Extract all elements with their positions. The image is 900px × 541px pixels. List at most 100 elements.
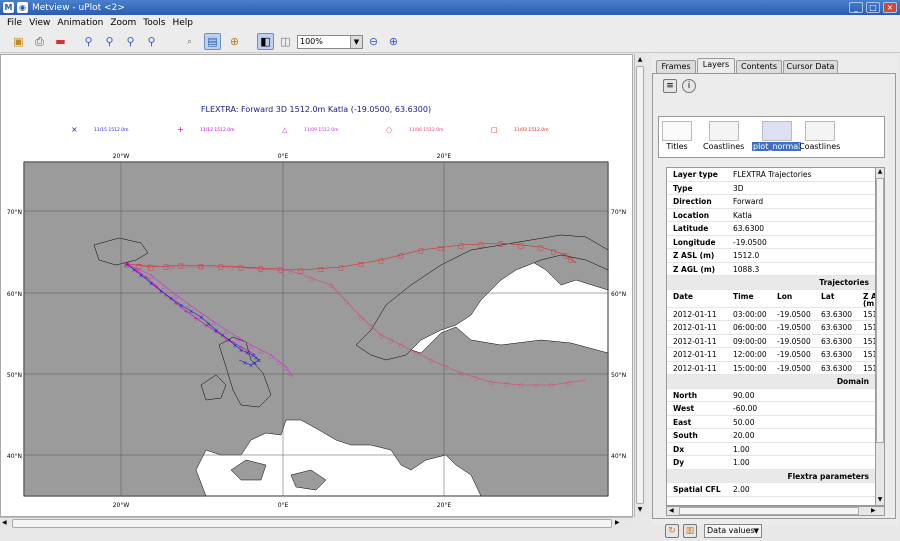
- zoom-reset-icon[interactable]: ⚲: [122, 33, 139, 50]
- chevron-down-icon: ▼: [753, 527, 759, 535]
- trajectory-marker: ×: [238, 348, 243, 355]
- refresh-icon[interactable]: ↻: [665, 524, 679, 538]
- traj-cell: 63.6300: [821, 336, 853, 346]
- detach-icon[interactable]: ◫: [277, 33, 294, 50]
- trajectory-marker: △: [174, 293, 179, 300]
- plot-vertical-scrollbar[interactable]: ▲ ▼: [634, 54, 645, 517]
- trajectory-marker: □: [438, 245, 444, 252]
- export-icon[interactable]: ▬: [52, 33, 69, 50]
- scroll-right-icon[interactable]: ▶: [615, 519, 623, 528]
- trajectory-marker: ○: [288, 269, 293, 276]
- trajectory-marker: □: [298, 268, 304, 275]
- layer-stack-icon[interactable]: ≡: [663, 79, 677, 93]
- histogram-icon[interactable]: ▥: [683, 524, 697, 538]
- data-values-label: Data values: [707, 526, 755, 535]
- scroll-down-icon[interactable]: ▼: [876, 496, 884, 504]
- trajectory-marker: ○: [548, 383, 553, 390]
- lon-label-top: 20°E: [437, 153, 452, 160]
- minimize-button[interactable]: _: [849, 2, 863, 13]
- print-icon[interactable]: ⎙: [31, 33, 48, 50]
- zoom-menu-icon[interactable]: ⚲: [143, 33, 160, 50]
- zoom-increase-icon[interactable]: ⊕: [385, 33, 402, 50]
- maximize-button[interactable]: □: [866, 2, 880, 13]
- save-icon[interactable]: ▣: [10, 33, 27, 50]
- info-value: Forward: [733, 197, 764, 206]
- trajectory-marker: □: [338, 265, 344, 272]
- trajectory-marker: ×: [244, 350, 249, 357]
- domain-key: North: [673, 390, 698, 400]
- menu-tools[interactable]: Tools: [143, 18, 165, 28]
- scroll-right-icon[interactable]: ▶: [871, 507, 879, 515]
- plot-title: FLEXTRA: Forward 3D 1512.0m Katla (-19.0…: [201, 105, 431, 114]
- close-button[interactable]: ×: [883, 2, 897, 13]
- tab-contents[interactable]: Contents: [736, 60, 782, 73]
- traj-row: 2012-01-11 06:00:00 -19.0500 63.6300 151: [667, 321, 875, 335]
- info-vertical-scrollbar[interactable]: ▲ ▼: [875, 167, 885, 506]
- layer-item[interactable]: Coastlines: [703, 121, 744, 151]
- plot-horizontal-scrollbar[interactable]: ◀ ▶: [0, 517, 633, 529]
- zoom-select[interactable]: 100% ▼: [297, 35, 363, 49]
- sidebar-toggle-icon[interactable]: ◧: [257, 33, 274, 50]
- trajectory-marker: □: [358, 261, 364, 268]
- scrollbar-thumb[interactable]: [12, 519, 612, 528]
- window-title: Metview - uPlot <2>: [32, 2, 125, 13]
- menu-zoom[interactable]: Zoom: [110, 18, 136, 28]
- scroll-up-icon[interactable]: ▲: [876, 168, 884, 176]
- scroll-down-icon[interactable]: ▼: [636, 506, 644, 514]
- scroll-left-icon[interactable]: ◀: [669, 507, 677, 515]
- trajectory-marker: ○: [488, 380, 493, 387]
- legend-symbol: △: [282, 126, 288, 134]
- window-titlebar: M ◉ Metview - uPlot <2> _ □ ×: [0, 0, 900, 15]
- crosshair-icon[interactable]: ⊕: [226, 33, 243, 50]
- trajectory-marker: ○: [533, 383, 538, 390]
- traj-cell: 2012-01-11: [673, 350, 717, 359]
- trajectory-marker: □: [238, 265, 244, 272]
- layer-item[interactable]: Coastlines: [799, 121, 840, 151]
- info-horizontal-scrollbar[interactable]: ◀ ▶: [666, 506, 885, 516]
- trajectory-marker: △: [259, 348, 264, 355]
- magnifier-icon[interactable]: ⌕: [181, 33, 198, 50]
- info-value: FLEXTRA Trajectories: [733, 170, 812, 179]
- scroll-up-icon[interactable]: ▲: [636, 56, 644, 64]
- trajectory-marker: △: [186, 302, 191, 309]
- menu-file[interactable]: File: [7, 18, 22, 28]
- layer-item-selected[interactable]: plot_normal: [752, 121, 802, 151]
- scroll-left-icon[interactable]: ◀: [2, 519, 10, 528]
- plot-canvas[interactable]: FLEXTRA: Forward 3D 1512.0m Katla (-19.0…: [0, 54, 633, 517]
- traj-columns-row: DateTimeLonLatZ AS(m): [667, 290, 875, 308]
- layer-label: plot_normal: [752, 142, 802, 151]
- tab-cursor-data[interactable]: Cursor Data: [783, 60, 838, 73]
- trajectory-marker: □: [458, 243, 464, 250]
- domain-value: 1.00: [733, 458, 750, 467]
- trajectory-marker: ○: [473, 375, 478, 382]
- traj-cell: 12:00:00: [733, 350, 767, 359]
- domain-key: East: [673, 417, 692, 427]
- tab-layers[interactable]: Layers: [697, 58, 735, 74]
- info-value: 1088.3: [733, 264, 760, 274]
- side-panel: Frames Layers Contents Cursor Data ≡ i T…: [652, 55, 898, 538]
- scrollbar-thumb[interactable]: [876, 178, 884, 443]
- zoom-in-icon[interactable]: ⚲: [80, 33, 97, 50]
- zoom-decrease-icon[interactable]: ⊖: [365, 33, 382, 50]
- traj-cell: 06:00:00: [733, 323, 767, 332]
- layer-item[interactable]: Titles: [662, 121, 692, 151]
- legend-label: 11/15 1512.0m: [94, 127, 129, 133]
- traj-cell: -19.0500: [777, 309, 811, 319]
- info-value: 63.6300: [733, 224, 765, 233]
- scrollbar-thumb[interactable]: [679, 507, 859, 515]
- menu-help[interactable]: Help: [172, 18, 193, 28]
- traj-cell: 2012-01-11: [673, 309, 717, 319]
- lat-label-right: 60°N: [611, 291, 626, 298]
- info-icon[interactable]: i: [682, 79, 696, 93]
- cursor-data-icon[interactable]: ▤: [204, 33, 221, 50]
- trajectory-marker: ×: [206, 321, 211, 328]
- zoom-out-icon[interactable]: ⚲: [101, 33, 118, 50]
- menu-view[interactable]: View: [29, 18, 50, 28]
- trajectory-marker: ×: [213, 328, 218, 335]
- menu-animation[interactable]: Animation: [57, 18, 103, 28]
- scrollbar-thumb[interactable]: [636, 66, 644, 504]
- data-values-select[interactable]: Data values ▼: [704, 524, 762, 538]
- tab-frames[interactable]: Frames: [656, 60, 696, 73]
- trajectory-marker: □: [478, 242, 484, 249]
- info-value: Katla: [733, 210, 753, 220]
